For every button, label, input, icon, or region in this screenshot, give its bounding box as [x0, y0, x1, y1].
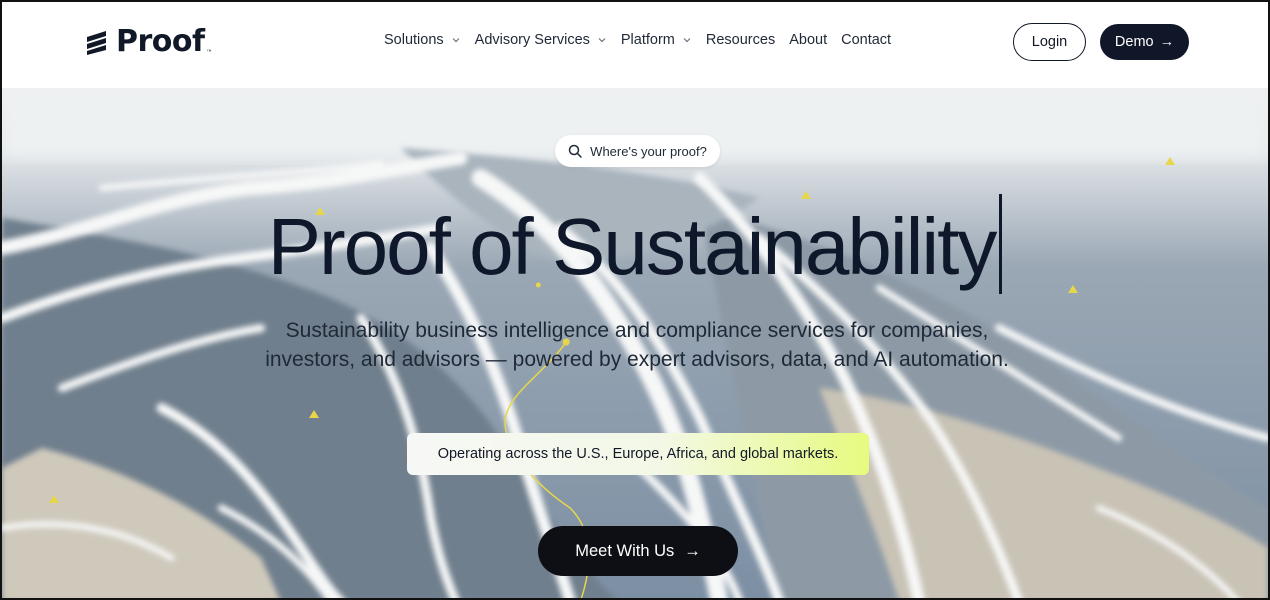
nav-solutions[interactable]: Solutions	[384, 32, 461, 48]
login-label: Login	[1031, 34, 1068, 50]
demo-button[interactable]: Demo →	[1100, 24, 1189, 60]
nav-resources[interactable]: Resources	[706, 32, 775, 48]
nav-contact-label: Contact	[841, 32, 892, 48]
hero-headline: Proof of Sustainability	[2, 194, 1268, 294]
chevron-down-icon	[598, 38, 606, 43]
arrow-right-icon: →	[684, 541, 701, 560]
marker-triangle-icon	[309, 410, 319, 418]
marker-triangle-icon	[49, 495, 59, 503]
hero-subtext: Sustainability business intelligence and…	[265, 319, 1009, 371]
nav-solutions-label: Solutions	[384, 32, 444, 48]
chevron-down-icon	[683, 38, 691, 43]
search-pill[interactable]: Where's your proof?	[555, 135, 720, 167]
nav-resources-label: Resources	[705, 32, 776, 48]
cta-label: Meet With Us	[575, 541, 675, 560]
nav-advisory-services-label: Advisory Services	[474, 32, 590, 48]
meet-with-us-button[interactable]: Meet With Us →	[538, 526, 738, 576]
page-frame: Proof ™ Solutions Advisory Services Plat…	[0, 0, 1270, 600]
chevron-down-icon	[452, 38, 460, 43]
text-cursor	[999, 194, 1003, 294]
nav-platform-label: Platform	[620, 32, 675, 48]
nav-about[interactable]: About	[789, 32, 827, 48]
main-nav: Solutions Advisory Services Platform Res…	[384, 32, 905, 48]
proof-logo-icon	[87, 30, 106, 55]
search-icon	[568, 144, 582, 158]
hero-headline-text: Proof of Sustainability	[267, 202, 998, 291]
logo[interactable]: Proof ™	[86, 24, 212, 59]
nav-about-label: About	[789, 32, 828, 48]
arrow-right-icon: →	[1159, 34, 1175, 50]
nav-advisory-services[interactable]: Advisory Services	[475, 32, 607, 48]
markets-badge: Operating across the U.S., Europe, Afric…	[407, 433, 869, 475]
search-pill-label: Where's your proof?	[590, 143, 707, 159]
login-button[interactable]: Login	[1013, 23, 1086, 61]
hero-section: Where's your proof? Proof of Sustainabil…	[2, 88, 1268, 598]
logo-text: Proof	[116, 24, 205, 59]
nav-platform[interactable]: Platform	[621, 32, 692, 48]
trademark: ™	[206, 49, 212, 55]
site-header: Proof ™ Solutions Advisory Services Plat…	[2, 2, 1268, 88]
markets-label: Operating across the U.S., Europe, Afric…	[437, 446, 839, 462]
nav-contact[interactable]: Contact	[841, 32, 891, 48]
marker-triangle-icon	[1165, 157, 1175, 165]
demo-label: Demo	[1114, 34, 1154, 50]
